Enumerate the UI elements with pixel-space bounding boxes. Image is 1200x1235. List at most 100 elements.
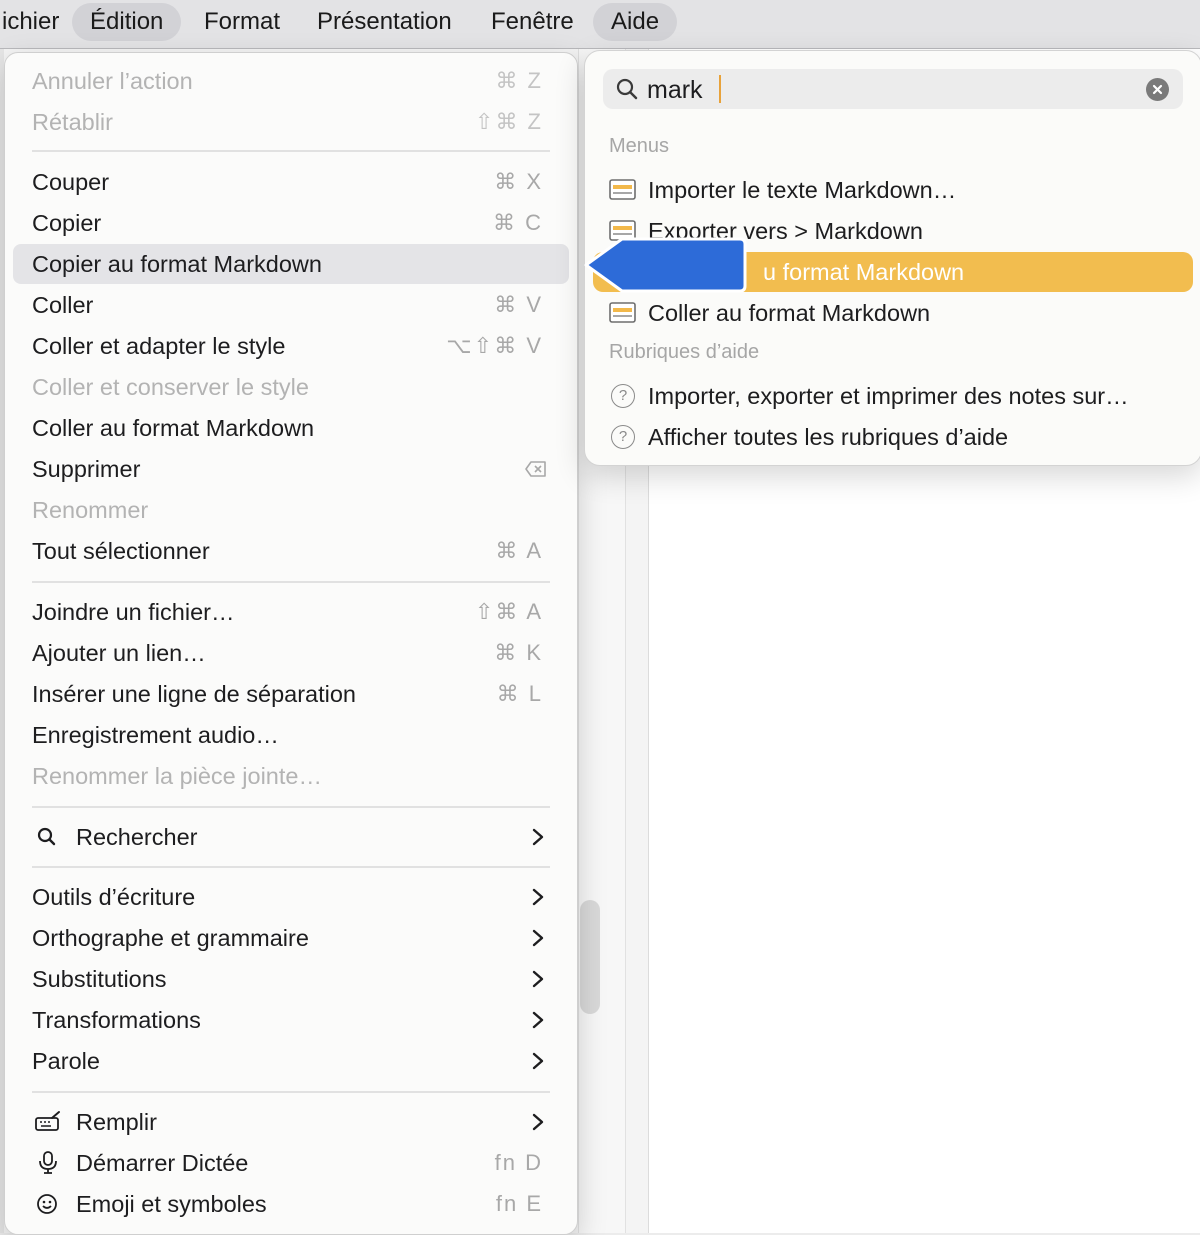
chevron-right-icon — [532, 970, 544, 988]
edit-menu: Annuler l’action ⌘ Z Rétablir ⇧⌘ Z Coupe… — [4, 52, 578, 1235]
menu-item-label: Supprimer — [32, 456, 141, 482]
text-caret — [719, 75, 721, 103]
menu-item-label: Insérer une ligne de séparation — [32, 681, 356, 707]
menu-fenetre[interactable]: Fenêtre — [473, 3, 592, 41]
menu-item-label: Coller — [32, 292, 94, 318]
menu-item-label: Outils d’écriture — [32, 884, 196, 910]
separator — [32, 581, 550, 583]
shortcut: ⇧⌘ A — [474, 599, 543, 624]
menu-item-ajouter-lien[interactable]: Ajouter un lien… ⌘ K — [13, 633, 569, 673]
menu-item-supprimer[interactable]: Supprimer — [13, 449, 569, 489]
menu-item-label: Enregistrement audio… — [32, 722, 279, 748]
menu-item-icon — [609, 179, 636, 200]
help-topic-afficher-toutes[interactable]: ? Afficher toutes les rubriques d’aide — [593, 417, 1193, 457]
menu-item-copier[interactable]: Copier ⌘ C — [13, 203, 569, 243]
menu-item-label: Coller au format Markdown — [32, 415, 315, 441]
section-header-help-topics: Rubriques d’aide — [609, 341, 760, 363]
menu-item-label: Couper — [32, 169, 110, 195]
clear-icon[interactable] — [1146, 78, 1169, 101]
menu-item-rechercher[interactable]: Rechercher — [13, 817, 569, 857]
menu-item-label: Orthographe et grammaire — [32, 925, 309, 951]
search-icon — [616, 78, 638, 100]
menu-item-renommer-piece[interactable]: Renommer la pièce jointe… — [13, 756, 569, 796]
shortcut: ⌘ C — [493, 210, 543, 235]
menu-aide[interactable]: Aide — [593, 3, 678, 41]
menu-item-label: Copier — [32, 210, 102, 236]
help-topic-importer-exporter[interactable]: ? Importer, exporter et imprimer des not… — [593, 376, 1193, 416]
menu-item-label: Tout sélectionner — [32, 538, 210, 564]
menu-item-tout-selectionner[interactable]: Tout sélectionner ⌘ A — [13, 531, 569, 571]
menu-item-coller-conserver[interactable]: Coller et conserver le style — [13, 367, 569, 407]
shortcut: ⇧⌘ Z — [475, 109, 543, 134]
result-label: Importer le texte Markdown… — [648, 177, 957, 203]
help-result-coller-markdown[interactable]: Coller au format Markdown — [593, 293, 1193, 333]
menu-item-remplir[interactable]: Remplir — [13, 1102, 569, 1142]
menu-item-label: Démarrer Dictée — [76, 1150, 249, 1176]
scrollbar-thumb[interactable] — [580, 900, 600, 1014]
help-search-box[interactable] — [603, 69, 1183, 109]
menu-item-label: Transformations — [32, 1007, 201, 1033]
chevron-right-icon — [532, 1052, 544, 1070]
menu-item-label: Annuler l’action — [32, 68, 193, 94]
help-search-input[interactable] — [645, 73, 1129, 107]
menu-item-label: Joindre un fichier… — [32, 599, 235, 625]
menu-edition[interactable]: Édition — [72, 3, 182, 41]
menu-item-enregistrement-audio[interactable]: Enregistrement audio… — [13, 715, 569, 755]
help-question-icon: ? — [611, 384, 635, 408]
shortcut: ⌘ X — [494, 169, 543, 194]
keyboard-icon — [35, 1111, 60, 1131]
microphone-icon — [39, 1151, 57, 1174]
emoji-icon — [37, 1194, 57, 1214]
menu-item-coller[interactable]: Coller ⌘ V — [13, 285, 569, 325]
menu-item-orthographe[interactable]: Orthographe et grammaire — [13, 918, 569, 958]
menu-item-label: Parole — [32, 1048, 100, 1074]
menu-item-substitutions[interactable]: Substitutions — [13, 959, 569, 999]
help-result-importer-markdown[interactable]: Importer le texte Markdown… — [593, 170, 1193, 210]
shortcut: fn E — [495, 1191, 543, 1216]
chevron-right-icon — [532, 929, 544, 947]
menu-item-label: Rechercher — [76, 824, 198, 850]
separator — [32, 1091, 550, 1093]
shortcut: ⌘ L — [496, 681, 543, 706]
menu-item-copier-markdown[interactable]: Copier au format Markdown — [13, 244, 569, 284]
menu-item-outils-ecriture[interactable]: Outils d’écriture — [13, 877, 569, 917]
menu-item-label: Renommer la pièce jointe… — [32, 763, 322, 789]
menu-location-pointer — [584, 237, 747, 293]
menu-item-label: Coller et conserver le style — [32, 374, 309, 400]
shortcut: ⌘ A — [495, 538, 543, 563]
menu-item-label: Renommer — [32, 497, 149, 523]
menu-item-couper[interactable]: Couper ⌘ X — [13, 162, 569, 202]
result-label: Coller au format Markdown — [648, 300, 931, 326]
menu-item-label: Rétablir — [32, 109, 113, 135]
menu-item-annuler[interactable]: Annuler l’action ⌘ Z — [13, 61, 569, 101]
delete-icon — [525, 461, 546, 477]
menu-item-inserer-ligne[interactable]: Insérer une ligne de séparation ⌘ L — [13, 674, 569, 714]
separator — [32, 866, 550, 868]
shortcut: ⌥⇧⌘ V — [446, 333, 543, 358]
menu-item-label: Remplir — [76, 1109, 157, 1135]
menu-item-renommer[interactable]: Renommer — [13, 490, 569, 530]
search-icon — [37, 827, 56, 846]
shortcut: ⌘ V — [494, 292, 543, 317]
menu-item-label: Coller et adapter le style — [32, 333, 286, 359]
shortcut: ⌘ Z — [495, 68, 543, 93]
menu-item-coller-adapter[interactable]: Coller et adapter le style ⌥⇧⌘ V — [13, 326, 569, 366]
menu-item-dictee[interactable]: Démarrer Dictée fn D — [13, 1143, 569, 1183]
menu-presentation[interactable]: Présentation — [299, 3, 470, 41]
result-label: Importer, exporter et imprimer des notes… — [648, 383, 1129, 409]
menu-item-label: Copier au format Markdown — [32, 251, 322, 277]
chevron-right-icon — [532, 1113, 544, 1131]
separator — [32, 806, 550, 808]
result-label: Afficher toutes les rubriques d’aide — [648, 424, 1009, 450]
menu-format[interactable]: Format — [186, 3, 298, 41]
menu-item-transformations[interactable]: Transformations — [13, 1000, 569, 1040]
menu-item-joindre-fichier[interactable]: Joindre un fichier… ⇧⌘ A — [13, 592, 569, 632]
menu-fichier[interactable]: ichier — [0, 3, 77, 41]
menu-item-retablir[interactable]: Rétablir ⇧⌘ Z — [13, 102, 569, 142]
chevron-right-icon — [532, 828, 544, 846]
menu-item-emoji[interactable]: Emoji et symboles fn E — [13, 1184, 569, 1224]
menu-item-label: Ajouter un lien… — [32, 640, 206, 666]
menu-item-parole[interactable]: Parole — [13, 1041, 569, 1081]
menu-item-coller-markdown[interactable]: Coller au format Markdown — [13, 408, 569, 448]
menu-item-icon — [609, 302, 636, 323]
